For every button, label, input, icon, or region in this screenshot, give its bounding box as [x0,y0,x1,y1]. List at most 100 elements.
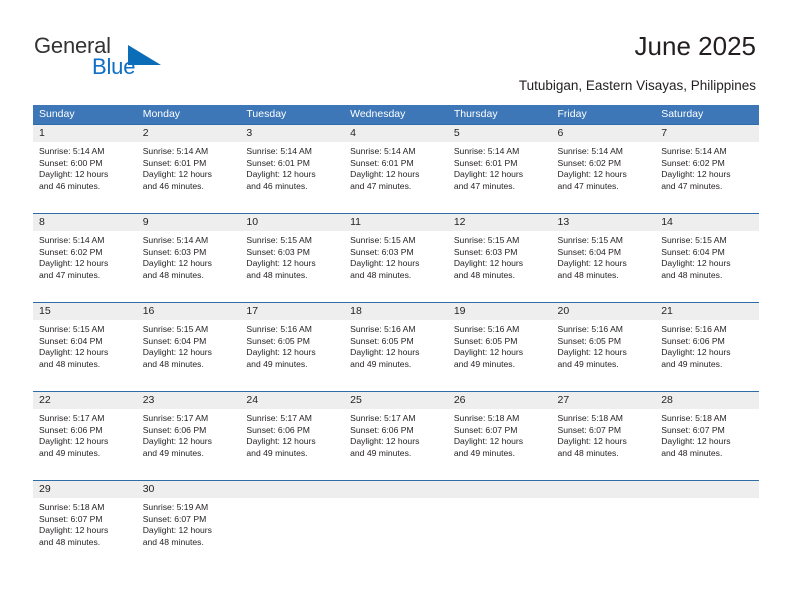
day-number: 27 [557,394,570,406]
daylight-text-line2: and 48 minutes. [557,447,619,458]
sunset-text: Sunset: 6:01 PM [453,157,518,168]
daylight-text-line2: and 49 minutes. [39,447,101,458]
daylight-text-line1: Daylight: 12 hours [557,347,627,358]
day-cell[interactable]: Sunrise: 5:15 AM Sunset: 6:04 PM Dayligh… [655,231,759,302]
day-number-empty [240,481,345,498]
week-daynumber-strip: 29 30 [33,481,759,498]
sunrise-text: Sunrise: 5:18 AM [661,413,727,423]
sunrise-text: Sunrise: 5:16 AM [246,324,312,334]
day-number: 29 [39,483,51,495]
day-number: 17 [246,305,259,317]
day-cell[interactable]: Sunrise: 5:15 AM Sunset: 6:03 PM Dayligh… [240,231,345,302]
day-number: 6 [557,127,564,139]
daylight-text-line2: and 49 minutes. [350,447,412,458]
sunrise-text: Sunrise: 5:15 AM [557,235,623,245]
day-cell[interactable]: Sunrise: 5:15 AM Sunset: 6:03 PM Dayligh… [447,231,552,302]
daylight-text-line2: and 47 minutes. [557,180,619,191]
day-cell[interactable]: Sunrise: 5:14 AM Sunset: 6:02 PM Dayligh… [551,142,656,213]
day-cell[interactable]: Sunrise: 5:14 AM Sunset: 6:01 PM Dayligh… [136,142,241,213]
day-cell[interactable]: Sunrise: 5:17 AM Sunset: 6:06 PM Dayligh… [136,409,241,480]
daylight-text-line1: Daylight: 12 hours [661,169,731,180]
day-number: 16 [142,305,155,317]
day-cell[interactable]: Sunrise: 5:14 AM Sunset: 6:02 PM Dayligh… [33,231,137,302]
sunrise-text: Sunrise: 5:18 AM [453,413,520,423]
week-daynumber-strip: 22 23 24 25 26 27 28 [33,392,759,409]
sunset-text: Sunset: 6:07 PM [39,513,103,524]
day-cell[interactable]: Sunrise: 5:15 AM Sunset: 6:04 PM Dayligh… [33,320,137,391]
day-cell[interactable]: Sunrise: 5:17 AM Sunset: 6:06 PM Dayligh… [344,409,448,480]
sunrise-text: Sunrise: 5:15 AM [661,235,727,245]
day-number: 25 [350,394,362,406]
daylight-text-line2: and 49 minutes. [350,358,412,369]
sunset-text: Sunset: 6:06 PM [661,335,725,346]
daylight-text-line2: and 49 minutes. [453,447,515,458]
day-cell[interactable]: Sunrise: 5:15 AM Sunset: 6:03 PM Dayligh… [344,231,448,302]
day-cell[interactable]: Sunrise: 5:16 AM Sunset: 6:05 PM Dayligh… [240,320,345,391]
day-cell[interactable]: Sunrise: 5:19 AM Sunset: 6:07 PM Dayligh… [136,498,241,569]
day-cell[interactable]: Sunrise: 5:18 AM Sunset: 6:07 PM Dayligh… [551,409,656,480]
day-cell[interactable]: Sunrise: 5:14 AM Sunset: 6:01 PM Dayligh… [447,142,552,213]
sunrise-text: Sunrise: 5:14 AM [661,146,727,156]
sunset-text: Sunset: 6:02 PM [39,246,103,257]
daylight-text-line1: Daylight: 12 hours [661,347,731,358]
sunset-text: Sunset: 6:04 PM [39,335,103,346]
day-cell[interactable]: Sunrise: 5:15 AM Sunset: 6:04 PM Dayligh… [551,231,656,302]
day-cell[interactable]: Sunrise: 5:14 AM Sunset: 6:01 PM Dayligh… [240,142,345,213]
day-cell[interactable]: Sunrise: 5:18 AM Sunset: 6:07 PM Dayligh… [33,498,137,569]
day-cell[interactable]: Sunrise: 5:14 AM Sunset: 6:00 PM Dayligh… [33,142,137,213]
sunset-text: Sunset: 6:01 PM [142,157,207,168]
day-number: 4 [350,127,356,139]
sunrise-text: Sunrise: 5:15 AM [142,324,209,334]
day-cell[interactable]: Sunrise: 5:17 AM Sunset: 6:06 PM Dayligh… [33,409,137,480]
weekday-header-wednesday: Wednesday [350,108,406,120]
day-cell[interactable]: Sunrise: 5:14 AM Sunset: 6:02 PM Dayligh… [655,142,759,213]
daylight-text-line2: and 49 minutes. [661,358,723,369]
week-daynumber-strip: 1 2 3 4 5 6 7 [33,125,759,142]
weekday-header-monday: Monday [142,108,181,120]
daylight-text-line2: and 49 minutes. [557,358,619,369]
day-cell[interactable]: Sunrise: 5:15 AM Sunset: 6:04 PM Dayligh… [136,320,241,391]
sunset-text: Sunset: 6:03 PM [246,246,310,257]
day-cell[interactable]: Sunrise: 5:16 AM Sunset: 6:05 PM Dayligh… [344,320,448,391]
page-header: General Blue June 2025 Tutubigan, Easter… [0,0,792,100]
day-cell[interactable]: Sunrise: 5:16 AM Sunset: 6:05 PM Dayligh… [447,320,552,391]
sunrise-text: Sunrise: 5:16 AM [350,324,416,334]
sunrise-text: Sunrise: 5:17 AM [350,413,416,423]
day-cell[interactable]: Sunrise: 5:18 AM Sunset: 6:07 PM Dayligh… [655,409,759,480]
day-cell[interactable]: Sunrise: 5:14 AM Sunset: 6:03 PM Dayligh… [136,231,241,302]
daylight-text-line1: Daylight: 12 hours [350,347,420,358]
day-cell[interactable]: Sunrise: 5:16 AM Sunset: 6:06 PM Dayligh… [655,320,759,391]
sunset-text: Sunset: 6:02 PM [557,157,622,168]
day-cell[interactable]: Sunrise: 5:16 AM Sunset: 6:05 PM Dayligh… [551,320,656,391]
day-cell[interactable]: Sunrise: 5:14 AM Sunset: 6:01 PM Dayligh… [344,142,448,213]
sunrise-text: Sunrise: 5:14 AM [39,146,105,156]
day-number: 28 [661,394,673,406]
sunset-text: Sunset: 6:00 PM [39,157,103,168]
day-number: 10 [246,216,259,228]
daylight-text-line2: and 46 minutes. [39,180,101,191]
day-number: 21 [661,305,673,317]
daylight-text-line2: and 49 minutes. [142,447,204,458]
daylight-text-line1: Daylight: 12 hours [39,258,109,269]
sunrise-text: Sunrise: 5:14 AM [557,146,623,156]
sunset-text: Sunset: 6:04 PM [142,335,207,346]
daylight-text-line2: and 48 minutes. [453,269,515,280]
calendar-week-row: 22 23 24 25 26 27 28 Sunrise: 5:17 AM Su… [33,391,759,480]
day-number: 23 [142,394,155,406]
day-cell[interactable]: Sunrise: 5:18 AM Sunset: 6:07 PM Dayligh… [447,409,552,480]
daylight-text-line1: Daylight: 12 hours [142,525,212,536]
sunset-text: Sunset: 6:05 PM [557,335,622,346]
daylight-text-line2: and 48 minutes. [350,269,412,280]
brand-logo[interactable]: General Blue [34,33,184,85]
daylight-text-line2: and 48 minutes. [142,536,204,547]
daylight-text-line1: Daylight: 12 hours [246,169,316,180]
sunset-text: Sunset: 6:06 PM [350,424,414,435]
daylight-text-line1: Daylight: 12 hours [453,169,524,180]
calendar-week-row: 15 16 17 18 19 20 21 Sunrise: 5:15 AM Su… [33,302,759,391]
day-cell[interactable]: Sunrise: 5:17 AM Sunset: 6:06 PM Dayligh… [240,409,345,480]
weekday-header-tuesday: Tuesday [246,108,287,120]
day-number: 9 [142,216,149,228]
day-number-empty [344,481,448,498]
sunrise-text: Sunrise: 5:16 AM [453,324,520,334]
day-number: 3 [246,127,253,139]
